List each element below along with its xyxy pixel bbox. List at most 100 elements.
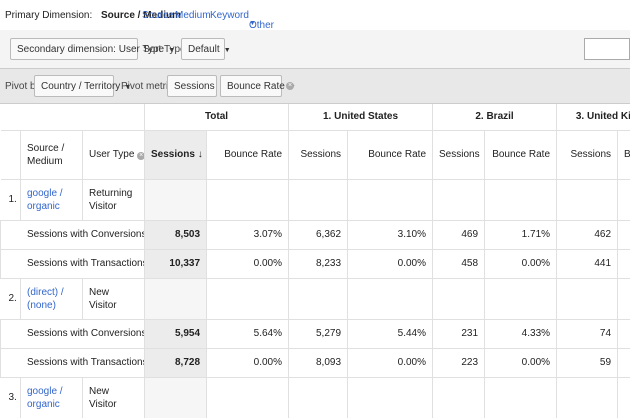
metric-value: 458: [432, 248, 486, 279]
table-row: Sessions with Transactions 10,337 0.00% 8,2…: [0, 248, 630, 279]
group-empty-cell: [144, 178, 208, 221]
source-medium-link[interactable]: (direct) / (none): [20, 277, 83, 320]
column-header-us-bounce-rate[interactable]: Bounce Rate: [347, 129, 434, 180]
group-empty-cell: [484, 277, 558, 320]
metric-value: 5,954: [144, 318, 208, 349]
search-input[interactable]: [584, 38, 630, 60]
metric-value: 223: [432, 347, 486, 378]
metric-value: 8,233: [288, 248, 349, 279]
metric-row-label: Sessions with Transactions: [0, 248, 146, 279]
metric-value: 441: [556, 248, 619, 279]
source-medium-link[interactable]: google / organic: [20, 178, 83, 221]
metric-value: 231: [432, 318, 486, 349]
metric-value: 8,728: [144, 347, 208, 378]
group-empty-cell: [432, 376, 486, 418]
secondary-dimension-button[interactable]: Secondary dimension: User Type ▼: [10, 38, 175, 60]
metric-value: 0.00%: [617, 347, 630, 378]
group-united-states: 1. United States: [288, 104, 434, 131]
group-empty-cell: [288, 277, 349, 320]
chevron-down-icon: ▼: [249, 20, 256, 27]
primary-dimension-keyword[interactable]: Keyword: [210, 10, 249, 21]
user-type-label: User Type: [89, 149, 135, 160]
metric-value: 0.00%: [484, 248, 558, 279]
group-empty-cell: [432, 277, 486, 320]
primary-dimension-source[interactable]: Source: [142, 10, 174, 21]
metric-row-label: Sessions with Conversions: [0, 318, 146, 349]
group-empty-cell: [556, 178, 619, 221]
pivot-metric-2-dropdown[interactable]: Bounce Rate▼: [220, 75, 296, 97]
user-type-value: New Visitor: [81, 277, 146, 320]
metric-value: 0.00%: [347, 248, 434, 279]
remove-metric-icon[interactable]: ×: [286, 82, 294, 90]
group-empty-cell: [206, 178, 290, 221]
source-medium-link[interactable]: google / organic: [20, 376, 83, 418]
group-empty-cell: [288, 178, 349, 221]
metric-value: 469: [432, 219, 486, 250]
group-empty-cell: [617, 277, 630, 320]
sort-type-value: Default: [188, 44, 220, 55]
pivot-by-value: Country / Territory: [41, 81, 121, 92]
pivot-metric-1-dropdown[interactable]: Sessions▼: [167, 75, 226, 97]
sort-type-dropdown[interactable]: Default ▼: [181, 38, 231, 60]
group-empty-cell: [556, 277, 619, 320]
primary-dimension-medium[interactable]: Medium: [175, 10, 211, 21]
metric-value: 3.10%: [347, 219, 434, 250]
group-empty-cell: [432, 178, 486, 221]
column-header-br-sessions[interactable]: Sessions: [432, 129, 486, 180]
metric-value: 462: [556, 219, 619, 250]
group-empty-cell: [347, 277, 434, 320]
header-num-blank: [0, 129, 21, 180]
column-header-user-type[interactable]: User Type ×: [81, 129, 146, 180]
row-number: 2.: [0, 277, 21, 320]
group-total: Total: [144, 104, 290, 131]
row-number: 1.: [0, 178, 21, 221]
table-row: Sessions with Conversions 5,954 5.64% 5,279…: [0, 318, 630, 349]
metric-value: 59: [556, 347, 619, 378]
metric-row-label: Sessions with Transactions: [0, 347, 146, 378]
column-header-uk-bounce-rate[interactable]: Bounce Rate: [617, 129, 630, 180]
metric-value: 4.33%: [484, 318, 558, 349]
metric-value: 5.64%: [206, 318, 290, 349]
secondary-toolbar: Secondary dimension: User Type ▼ Sort Typ…: [0, 30, 630, 68]
sort-descending-icon: ↓: [197, 149, 203, 160]
metric-value: 4.98%: [617, 219, 630, 250]
metric-value: 8,503: [144, 219, 208, 250]
metric-row-label: Sessions with Conversions: [0, 219, 146, 250]
metric-value: 74: [556, 318, 619, 349]
chevron-down-icon: ▼: [223, 47, 231, 54]
column-header-uk-sessions[interactable]: Sessions: [556, 129, 619, 180]
table-row-group: 2. (direct) / (none) New Visitor: [0, 277, 630, 320]
pivot-metric-1-value: Sessions: [174, 81, 215, 92]
group-empty-cell: [206, 376, 290, 418]
data-table: Total 1. United States 2. Brazil 3. Unit…: [0, 104, 630, 418]
pivot-metric-2-value: Bounce Rate: [227, 81, 285, 92]
group-empty-cell: [617, 178, 630, 221]
group-empty-cell: [347, 178, 434, 221]
column-header-total-bounce-rate[interactable]: Bounce Rate: [206, 129, 290, 180]
group-header-row: Total 1. United States 2. Brazil 3. Unit…: [0, 104, 630, 131]
header-blank: [0, 104, 146, 131]
group-empty-cell: [144, 376, 208, 418]
table-row: Sessions with Transactions 8,728 0.00% 8,09…: [0, 347, 630, 378]
column-header-source-medium[interactable]: Source / Medium: [20, 129, 83, 180]
table-row: Sessions with Conversions 8,503 3.07% 6,362…: [0, 219, 630, 250]
user-type-value: New Visitor: [81, 376, 146, 418]
metric-value: 5.44%: [347, 318, 434, 349]
remove-dimension-icon[interactable]: ×: [137, 152, 144, 160]
column-header-us-sessions[interactable]: Sessions: [288, 129, 349, 180]
pivot-by-dropdown[interactable]: Country / Territory ▼: [34, 75, 131, 97]
metric-value: 8,093: [288, 347, 349, 378]
group-empty-cell: [206, 277, 290, 320]
column-header-total-sessions[interactable]: Sessions ↓: [144, 129, 208, 180]
metric-value: 10,337: [144, 248, 208, 279]
group-empty-cell: [484, 376, 558, 418]
metric-value: 0.00%: [347, 347, 434, 378]
row-number: 3.: [0, 376, 21, 418]
column-header-br-bounce-rate[interactable]: Bounce Rate: [484, 129, 558, 180]
table-row-group: 1. google / organic Returning Visitor: [0, 178, 630, 221]
metric-value: 0.00%: [206, 347, 290, 378]
metric-value: 5,279: [288, 318, 349, 349]
group-empty-cell: [347, 376, 434, 418]
primary-dimension-label: Primary Dimension:: [5, 10, 93, 21]
user-type-value: Returning Visitor: [81, 178, 146, 221]
